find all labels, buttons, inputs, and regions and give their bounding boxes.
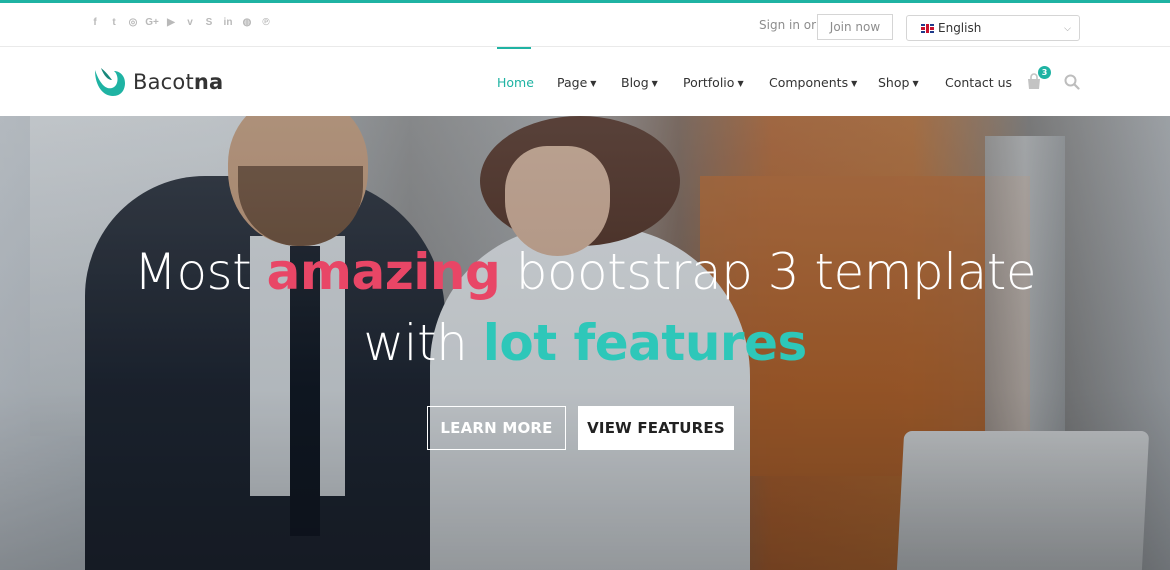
logo[interactable]: Bacotna [91,66,223,98]
language-select[interactable]: English ⌵ [906,15,1080,41]
join-now-button[interactable]: Join now [817,14,893,40]
vimeo-icon[interactable]: v [184,17,196,29]
caret-down-icon: ▼ [851,79,858,88]
brand-name: Bacotna [133,70,224,94]
google-plus-icon[interactable]: G+ [145,17,159,29]
linkedin-icon[interactable]: in [222,17,234,29]
instagram-icon[interactable]: ◎ [127,17,139,29]
nav-item-home[interactable]: Home [497,75,534,90]
active-indicator [497,47,531,49]
facebook-icon[interactable]: f [89,17,101,29]
nav-item-shop[interactable]: Shop ▼ [878,75,919,90]
language-label: English [938,21,982,35]
nav-item-portfolio[interactable]: Portfolio ▼ [683,75,744,90]
sign-in-link[interactable]: Sign in or [759,18,816,32]
social-links: f t ◎ G+ ▶ v S in ◍ ℗ [89,17,272,29]
logo-icon [95,68,125,96]
nav-item-blog[interactable]: Blog ▼ [621,75,658,90]
twitter-icon[interactable]: t [108,17,120,29]
view-features-button[interactable]: VIEW FEATURES [578,406,734,450]
uk-flag-icon [921,23,934,33]
hero-headline-line1: Most amazing bootstrap 3 template [133,243,1037,301]
hero-banner: Most amazing bootstrap 3 template with l… [0,116,1170,570]
pinterest-icon[interactable]: ℗ [260,17,272,29]
caret-down-icon: ▼ [590,79,597,88]
skype-icon[interactable]: S [203,17,215,29]
nav-item-components[interactable]: Components ▼ [769,75,857,90]
nav-item-page[interactable]: Page ▼ [557,75,596,90]
caret-down-icon: ▼ [651,79,658,88]
caret-down-icon: ▼ [912,79,919,88]
nav-item-contact[interactable]: Contact us [945,75,1012,90]
cart-count-badge: 3 [1038,66,1051,79]
dribbble-icon[interactable]: ◍ [241,17,253,29]
learn-more-button[interactable]: LEARN MORE [427,406,566,450]
search-icon[interactable] [1064,74,1080,90]
hero-headline-line2: with lot features [363,314,807,372]
caret-down-icon: ▼ [737,79,744,88]
main-navbar: Bacotna Home Page ▼ Blog ▼ Portfolio ▼ Comp… [0,47,1170,116]
chevron-down-icon: ⌵ [1064,24,1071,34]
top-bar: f t ◎ G+ ▶ v S in ◍ ℗ Sign in or Join no… [0,0,1170,47]
youtube-icon[interactable]: ▶ [165,17,177,29]
